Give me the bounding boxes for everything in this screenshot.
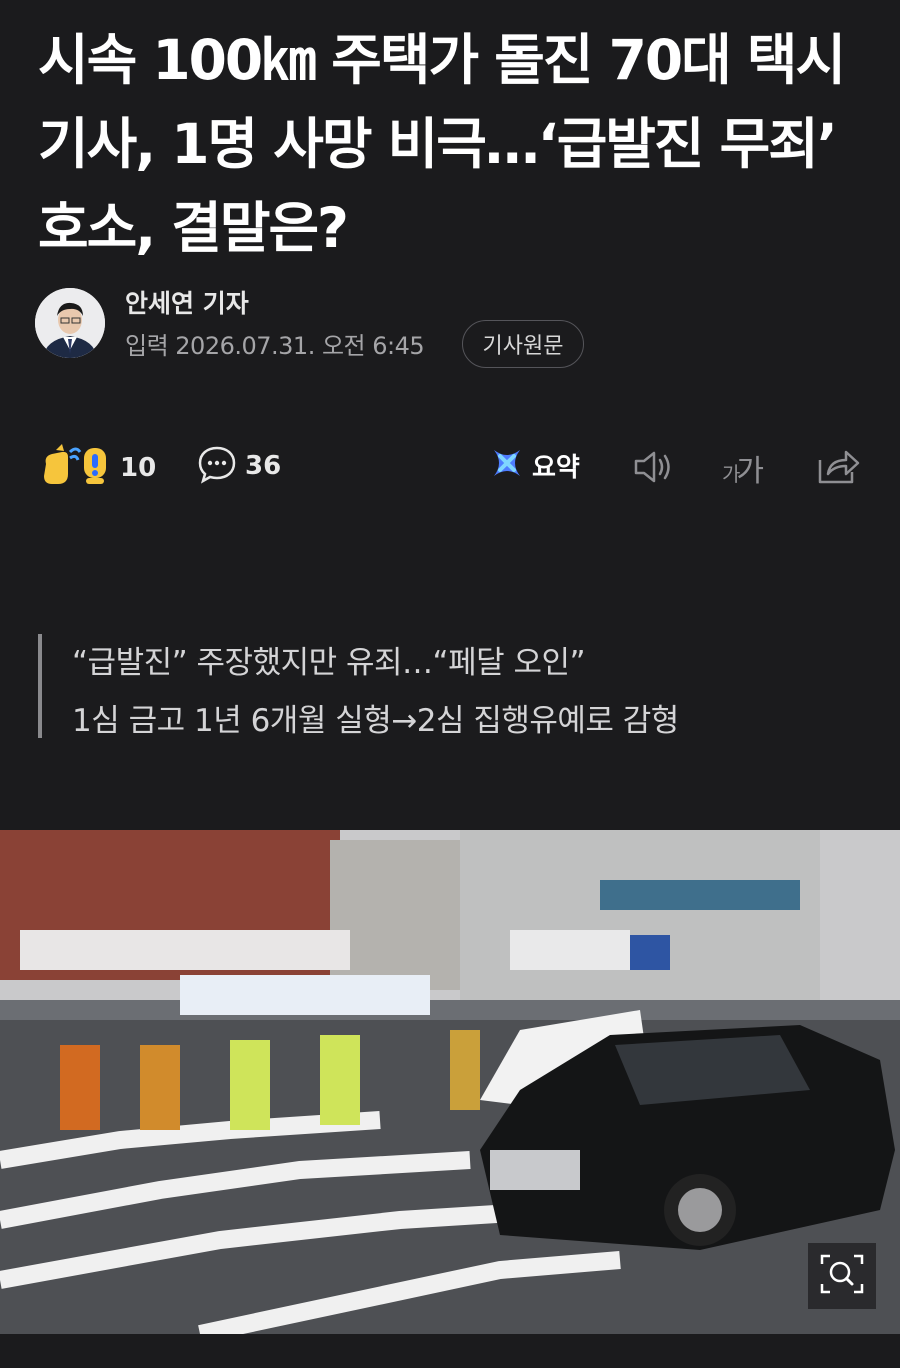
article-photo[interactable]	[0, 830, 900, 1334]
subtitle-line-1: “급발진” 주장했지만 유죄…“페달 오인”	[72, 645, 586, 681]
published-timestamp: 입력 2026.07.31. 오전 6:45	[125, 332, 425, 360]
article-headline: 시속 100㎞ 주택가 돌진 70대 택시기사, 1명 사망 비극…‘급발진 무…	[38, 28, 846, 260]
share-icon	[816, 450, 860, 490]
author-avatar[interactable]	[35, 288, 105, 358]
reaction-count: 10	[120, 453, 157, 483]
font-size-large-label: 가	[736, 454, 764, 489]
comments-button[interactable]: 36	[197, 444, 281, 488]
ai-summary-icon	[490, 446, 524, 484]
share-button[interactable]	[816, 446, 860, 490]
subtitle-line-2: 1심 금고 1년 6개월 실형→2심 집행유예로 감형	[72, 703, 679, 739]
image-zoom-button[interactable]	[808, 1243, 876, 1309]
original-article-button[interactable]: 기사원문	[462, 320, 584, 368]
summary-button[interactable]: 요약	[490, 446, 580, 484]
comment-count: 36	[245, 451, 282, 481]
speaker-icon	[632, 451, 678, 491]
font-size-button[interactable]: 가가	[722, 446, 764, 490]
author-name[interactable]: 안세연 기자	[125, 284, 249, 320]
text-to-speech-button[interactable]	[632, 447, 678, 491]
speech-bubble-icon	[197, 444, 237, 488]
reaction-button[interactable]: 10	[40, 442, 156, 494]
font-size-small-label: 가	[722, 462, 741, 486]
zoom-search-icon	[818, 1252, 866, 1300]
summary-label: 요약	[532, 452, 580, 483]
article-action-bar: 10 36 요약 가가	[0, 430, 900, 500]
article-subtitle: “급발진” 주장했지만 유죄…“페달 오인” 1심 금고 1년 6개월 실형→2…	[38, 634, 858, 739]
clap-surprise-emoji-icon	[40, 442, 112, 494]
